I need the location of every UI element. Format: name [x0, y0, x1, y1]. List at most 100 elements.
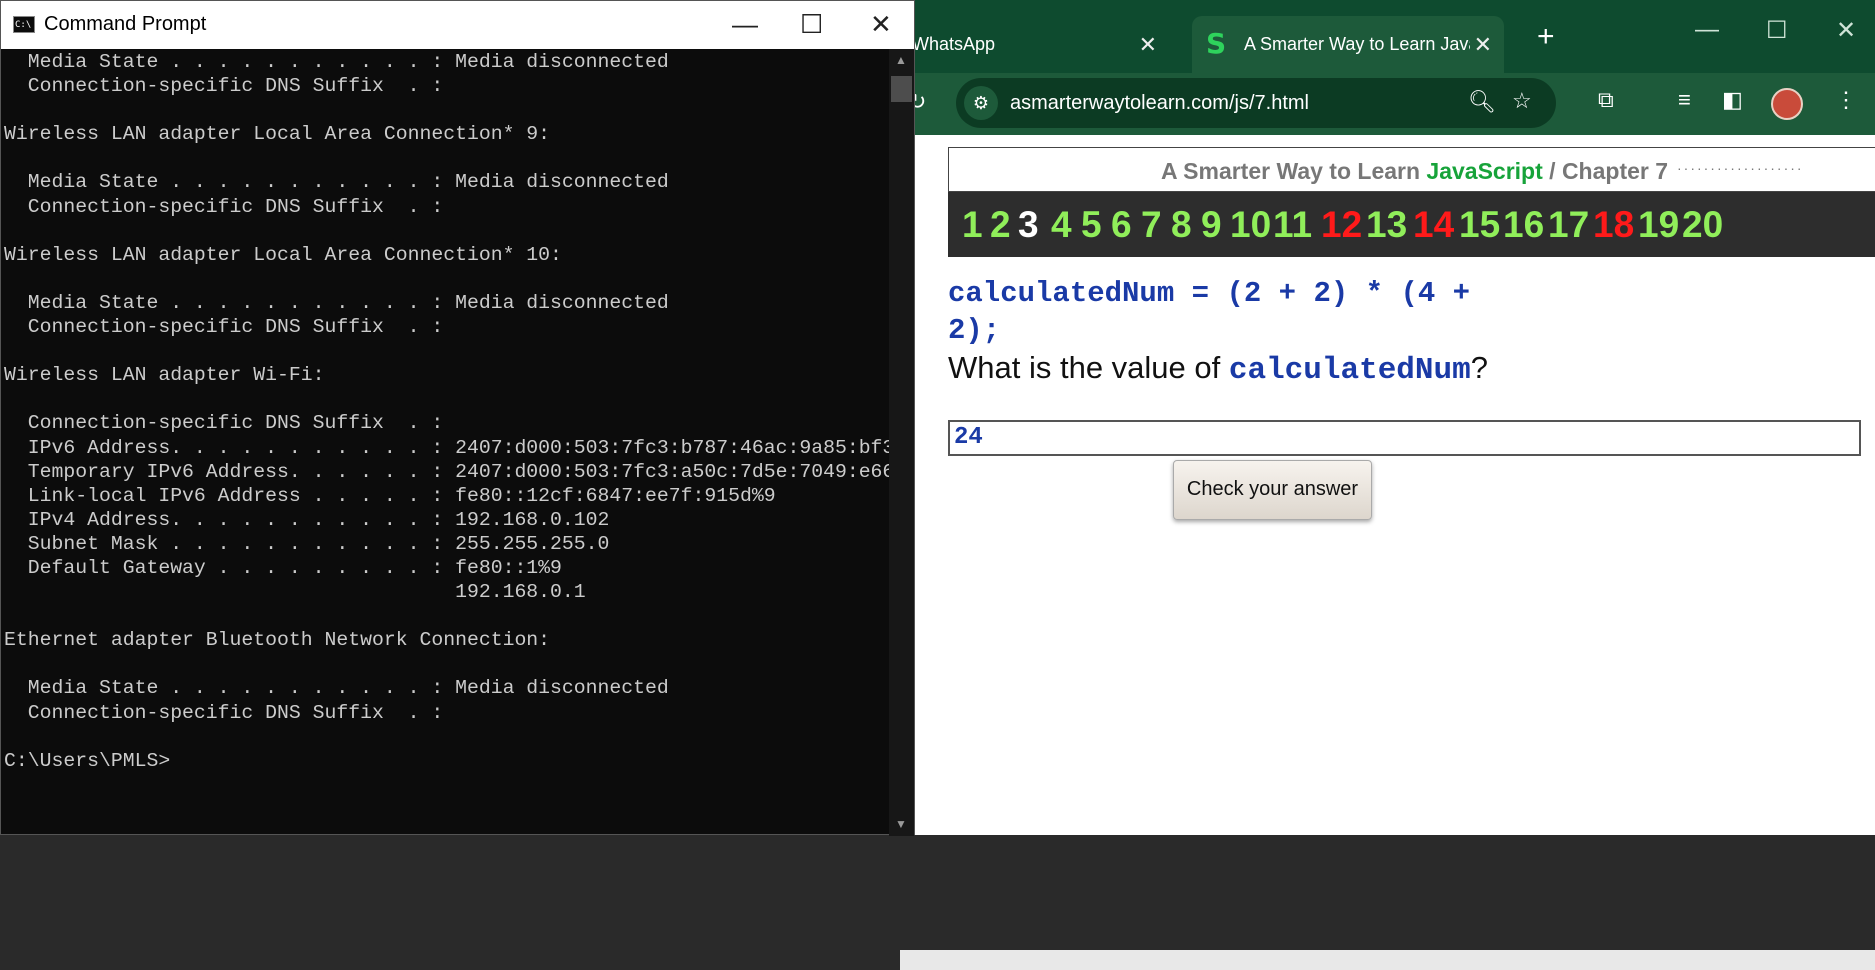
chapter-link-18[interactable]: 18	[1593, 204, 1634, 246]
console-line: C:\Users\PMLS>	[4, 749, 171, 772]
console-line: Default Gateway . . . . . . . . . : fe80…	[4, 556, 562, 579]
console-line: Wireless LAN adapter Local Area Connecti…	[4, 123, 551, 146]
tab-whatsapp[interactable]: WhatsApp ✕	[900, 16, 1177, 73]
chapter-link-2[interactable]: 2	[990, 204, 1011, 246]
url-text: asmarterwaytolearn.com/js/7.html	[1010, 92, 1309, 114]
maximize-icon[interactable]: ☐	[1766, 16, 1788, 45]
chapter-link-17[interactable]: 17	[1548, 204, 1589, 246]
chapter-link-20[interactable]: 20	[1682, 204, 1723, 246]
scrollbar-thumb[interactable]	[891, 76, 912, 102]
console-line: Ethernet adapter Bluetooth Network Conne…	[4, 629, 551, 652]
question-variable: calculatedNum	[1228, 353, 1471, 388]
chapter-link-12[interactable]: 12	[1321, 204, 1362, 246]
browser-window: WhatsApp ✕ S A Smarter Way to Learn Java…	[900, 0, 1875, 970]
site-favicon-icon: S	[1206, 27, 1227, 60]
maximize-icon[interactable]: ☐	[800, 9, 823, 40]
chapter-link-14[interactable]: 14	[1413, 204, 1454, 246]
close-window-icon[interactable]: ✕	[1836, 16, 1856, 45]
site-title-prefix: A Smarter Way to Learn	[1161, 158, 1427, 184]
console-line: Connection-specific DNS Suffix . :	[4, 412, 444, 435]
site-title-js: JavaScript	[1426, 158, 1543, 184]
site-header: A Smarter Way to Learn JavaScript / Chap…	[948, 147, 1875, 192]
chapter-link-19[interactable]: 19	[1638, 204, 1679, 246]
chapter-link-3[interactable]: 3	[1018, 204, 1039, 246]
code-statement: calculatedNum = (2 + 2) * (4 + 2);	[948, 275, 1548, 349]
decorative-dots: ···················	[1677, 160, 1804, 176]
console-line: Temporary IPv6 Address. . . . . . : 2407…	[4, 460, 889, 483]
chapter-link-8[interactable]: 8	[1171, 204, 1192, 246]
chapter-link-6[interactable]: 6	[1111, 204, 1132, 246]
close-icon[interactable]: ✕	[1139, 32, 1157, 58]
address-bar[interactable]: ⚙ asmarterwaytolearn.com/js/7.html 🔍︎ ☆	[956, 78, 1556, 128]
zoom-icon[interactable]: 🔍︎	[1468, 89, 1496, 115]
side-panel-icon[interactable]: ◧	[1722, 87, 1743, 113]
new-tab-icon[interactable]: +	[1537, 20, 1555, 54]
console-line: Connection-specific DNS Suffix . :	[4, 195, 444, 218]
console-line: IPv4 Address. . . . . . . . . . . : 192.…	[4, 508, 610, 531]
console-line: Link-local IPv6 Address . . . . . : fe80…	[4, 484, 776, 507]
command-prompt-window: C:\ Command Prompt — ☐ ✕ Media State . .…	[0, 0, 915, 837]
question-text: What is the value of calculatedNum?	[948, 350, 1488, 388]
console-line: Media State . . . . . . . . . . . : Medi…	[4, 677, 669, 700]
console-line: Connection-specific DNS Suffix . :	[4, 75, 444, 98]
tab-smarter-way-javascript[interactable]: S A Smarter Way to Learn JavaScript ✕	[1192, 16, 1504, 73]
minimize-icon[interactable]: —	[732, 9, 758, 40]
minimize-icon[interactable]: —	[1695, 16, 1719, 44]
horizontal-scrollbar[interactable]	[900, 950, 1875, 970]
extensions-icon[interactable]: ⧉	[1598, 87, 1614, 113]
tab-label: WhatsApp	[912, 34, 996, 54]
menu-icon[interactable]: ⋮	[1835, 87, 1857, 113]
scroll-down-icon[interactable]: ▼	[895, 817, 907, 831]
chapter-link-11[interactable]: 11	[1273, 204, 1312, 246]
page-viewport: A Smarter Way to Learn JavaScript / Chap…	[900, 135, 1875, 970]
console-output[interactable]: Media State . . . . . . . . . . . : Medi…	[4, 49, 889, 837]
chapter-link-7[interactable]: 7	[1141, 204, 1162, 246]
chapter-link-10[interactable]: 10	[1230, 204, 1271, 246]
console-line: IPv6 Address. . . . . . . . . . . : 2407…	[4, 436, 889, 459]
tab-label: A Smarter Way to Learn JavaScript	[1244, 34, 1470, 54]
check-answer-button[interactable]: Check your answer	[1173, 460, 1372, 520]
console-line: Media State . . . . . . . . . . . : Medi…	[4, 171, 669, 194]
window-title: Command Prompt	[44, 13, 207, 35]
bookmark-star-icon[interactable]: ☆	[1512, 88, 1532, 114]
media-controls-icon[interactable]: ≡	[1678, 87, 1691, 113]
browser-tab-bar: WhatsApp ✕ S A Smarter Way to Learn Java…	[900, 0, 1875, 73]
console-line: Media State . . . . . . . . . . . : Medi…	[4, 291, 669, 314]
question-suffix: ?	[1470, 350, 1488, 385]
code-line-1: calculatedNum = (2 + 2) * (4 +	[948, 277, 1471, 310]
site-info-icon[interactable]: ⚙	[964, 86, 998, 120]
chapter-nav: 1 2 3 4 5 6 7 8 9 10 11 12 13 14 15 16 17 18 19 20	[948, 192, 1875, 257]
console-line: Connection-specific DNS Suffix . :	[4, 316, 444, 339]
chapter-link-4[interactable]: 4	[1051, 204, 1072, 246]
console-line: Connection-specific DNS Suffix . :	[4, 701, 444, 724]
chapter-link-9[interactable]: 9	[1201, 204, 1222, 246]
console-line: 192.168.0.1	[4, 581, 586, 604]
cmd-title-bar: C:\ Command Prompt — ☐ ✕	[1, 1, 914, 49]
close-window-icon[interactable]: ✕	[870, 9, 892, 40]
chapter-link-5[interactable]: 5	[1081, 204, 1102, 246]
browser-toolbar: ↻ ⚙ asmarterwaytolearn.com/js/7.html 🔍︎ …	[900, 73, 1875, 135]
chapter-link-13[interactable]: 13	[1366, 204, 1407, 246]
chapter-link-1[interactable]: 1	[962, 204, 983, 246]
chapter-label: / Chapter 7	[1542, 158, 1669, 184]
console-line: Wireless LAN adapter Local Area Connecti…	[4, 243, 562, 266]
profile-avatar[interactable]	[1771, 88, 1803, 120]
answer-input[interactable]: 24	[948, 420, 1861, 456]
scroll-up-icon[interactable]: ▲	[895, 53, 907, 67]
console-line: Subnet Mask . . . . . . . . . . . : 255.…	[4, 532, 610, 555]
chapter-link-15[interactable]: 15	[1459, 204, 1500, 246]
vertical-scrollbar[interactable]: ▲ ▼	[889, 49, 914, 836]
close-icon[interactable]: ✕	[1474, 32, 1492, 58]
site-title: A Smarter Way to Learn JavaScript / Chap…	[1161, 158, 1668, 185]
chapter-link-16[interactable]: 16	[1503, 204, 1544, 246]
console-line: Media State . . . . . . . . . . . : Medi…	[4, 51, 669, 73]
